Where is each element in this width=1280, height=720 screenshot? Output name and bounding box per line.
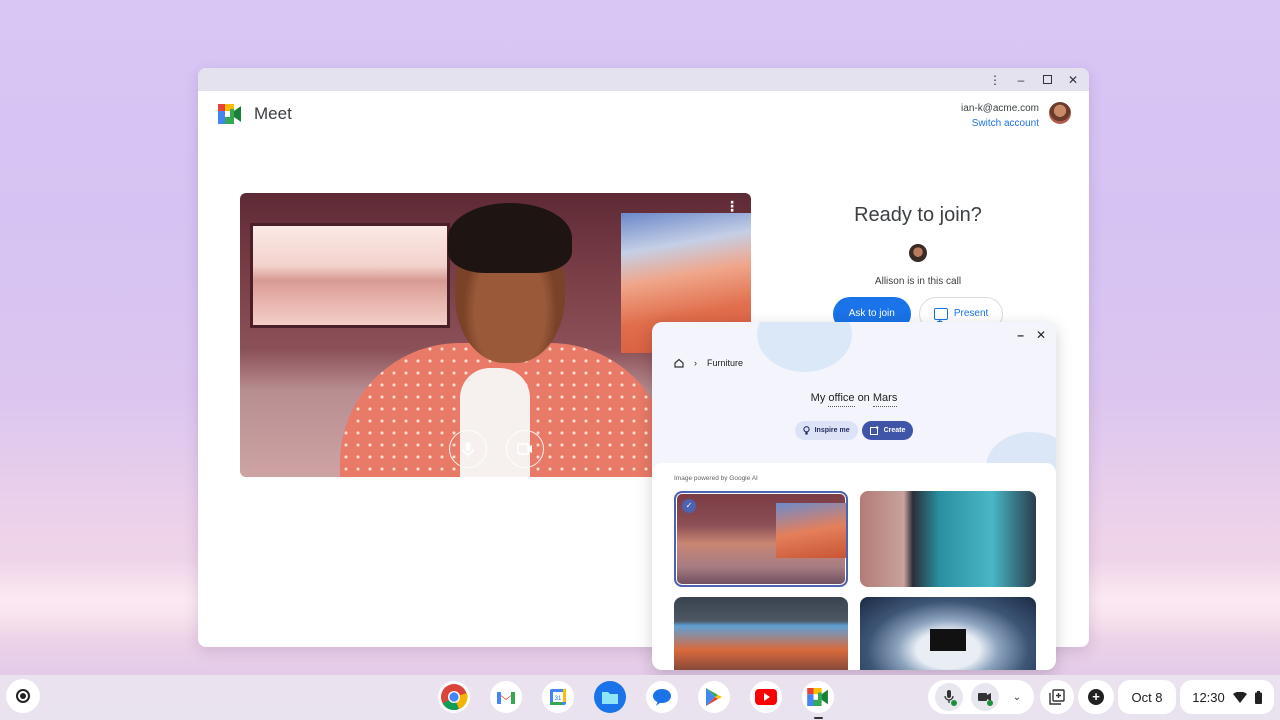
app-messages[interactable]	[646, 681, 678, 713]
breadcrumb-current[interactable]: Furniture	[707, 358, 743, 368]
meet-icon	[807, 688, 828, 706]
account-info: ian-k@acme.com Switch account	[961, 101, 1039, 131]
create-button[interactable]: Create	[861, 421, 914, 440]
participant-avatar	[909, 244, 927, 262]
results-section: Image powered by Google AI ✓	[652, 463, 1056, 670]
meet-logo: Meet	[218, 104, 292, 124]
home-icon[interactable]	[674, 358, 684, 368]
background-window	[250, 223, 450, 328]
panel-close-button[interactable]: ✕	[1036, 328, 1046, 342]
switch-account-link[interactable]: Switch account	[961, 116, 1039, 131]
launcher-button[interactable]	[6, 679, 40, 713]
maximize-button[interactable]	[1041, 74, 1053, 86]
create-label: Create	[883, 427, 906, 434]
prompt-chip-mars[interactable]: Mars	[872, 392, 898, 407]
active-dot	[987, 700, 993, 706]
preview-more-icon[interactable]: ⋮	[725, 199, 739, 213]
date-tray: Oct 8	[1118, 680, 1176, 714]
status-area-button[interactable]: 12:30	[1180, 680, 1274, 714]
app-meet[interactable]	[802, 681, 834, 719]
launcher-icon	[16, 689, 30, 703]
app-youtube[interactable]	[750, 681, 782, 713]
lightbulb-icon	[802, 426, 810, 435]
date-text: Oct 8	[1131, 689, 1163, 705]
camera-icon	[517, 443, 532, 455]
app-chrome[interactable]	[438, 681, 470, 713]
play-store-icon	[706, 688, 722, 706]
battery-icon	[1254, 690, 1262, 704]
microphone-button[interactable]	[449, 430, 487, 468]
prompt-text: My office on Mars	[652, 392, 1056, 407]
decor-blob	[757, 322, 852, 372]
microphone-icon	[462, 442, 474, 457]
screen-capture-button[interactable]	[1040, 680, 1074, 714]
app-play-store[interactable]	[698, 681, 730, 713]
prompt-word: on	[857, 392, 870, 404]
status-tray: 12:30	[1180, 680, 1274, 714]
close-button[interactable]: ✕	[1067, 74, 1079, 86]
pinned-apps: 31	[438, 681, 834, 719]
powered-by-text: Image powered by Google AI	[674, 475, 758, 482]
breadcrumb-separator: ›	[694, 358, 697, 368]
app-gmail[interactable]	[490, 681, 522, 713]
chrome-icon	[441, 684, 468, 711]
messages-icon	[653, 689, 671, 706]
svg-text:31: 31	[555, 696, 562, 702]
account-avatar[interactable]	[1049, 102, 1071, 124]
camera-indicator[interactable]	[971, 683, 999, 711]
mic-indicator[interactable]	[935, 683, 963, 711]
breadcrumb: › Furniture	[674, 358, 743, 368]
add-button[interactable]: +	[1078, 680, 1114, 714]
more-options-button[interactable]: ⋮	[989, 74, 1001, 86]
active-dot	[951, 700, 957, 706]
result-thumbnail-3[interactable]	[674, 597, 848, 670]
result-thumbnail-4[interactable]	[860, 597, 1036, 670]
participants-text: Allison is in this call	[874, 276, 962, 287]
prompt-word: My	[810, 392, 826, 404]
media-pill: ⌄	[928, 680, 1034, 714]
meet-icon	[218, 104, 241, 124]
title-bar: ⋮ – ✕	[198, 68, 1089, 91]
gmail-icon	[497, 692, 515, 704]
inspire-label: Inspire me	[814, 427, 850, 434]
youtube-icon	[755, 689, 777, 705]
date-button[interactable]: Oct 8	[1118, 680, 1176, 714]
person-hair	[448, 203, 572, 273]
prompt-chip-office[interactable]: office	[828, 392, 855, 407]
minimize-button[interactable]: –	[1015, 74, 1027, 86]
app-title: Meet	[254, 104, 292, 123]
stack-add-icon	[1049, 689, 1065, 705]
account-email: ian-k@acme.com	[961, 103, 1039, 114]
create-image-icon	[869, 426, 879, 435]
present-icon	[933, 306, 948, 340]
selected-check-icon: ✓	[682, 499, 696, 513]
wifi-icon	[1232, 691, 1247, 703]
camera-button[interactable]	[506, 430, 544, 468]
result-thumbnail-1[interactable]: ✓	[674, 491, 848, 587]
ready-title: Ready to join?	[854, 204, 982, 226]
panel-minimize-button[interactable]: –	[1017, 328, 1024, 342]
result-thumbnail-2[interactable]	[860, 491, 1036, 587]
time-text: 12:30	[1192, 689, 1225, 705]
chevron-down-icon[interactable]: ⌄	[1007, 692, 1027, 703]
capture-tray	[1040, 680, 1074, 714]
files-icon	[602, 691, 618, 704]
background-generator-panel: – ✕ › Furniture My office on Mars Inspir…	[652, 322, 1056, 670]
add-circle-icon: +	[1088, 689, 1104, 705]
add-tray: +	[1078, 680, 1114, 714]
calendar-icon: 31	[550, 689, 566, 705]
results-grid: ✓	[674, 491, 1036, 670]
media-controls: ⌄	[928, 680, 1034, 714]
app-calendar[interactable]: 31	[542, 681, 574, 713]
inspire-me-button[interactable]: Inspire me	[794, 421, 858, 440]
app-files[interactable]	[594, 681, 626, 713]
join-panel: Ready to join? Allison is in this call A…	[798, 204, 1038, 340]
